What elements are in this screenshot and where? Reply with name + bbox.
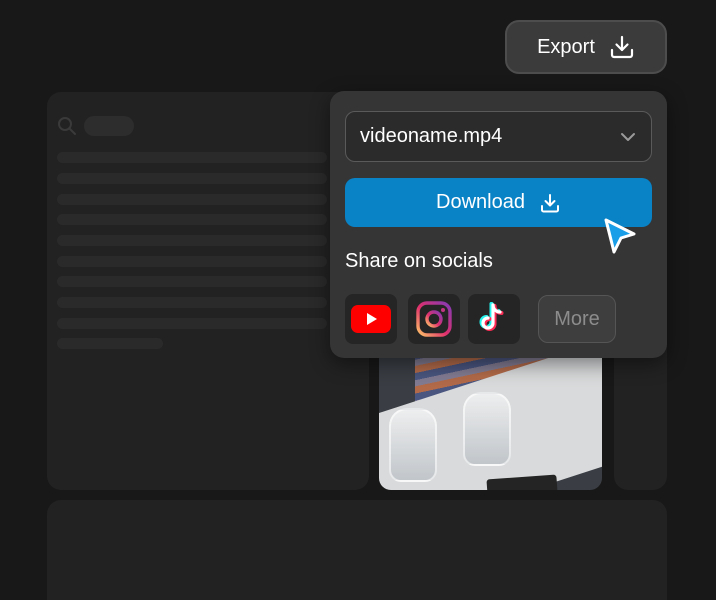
placeholder-line	[57, 235, 327, 246]
chevron-down-icon	[621, 133, 635, 141]
search-icon	[58, 117, 76, 135]
placeholder-line	[57, 194, 327, 205]
instagram-share-button[interactable]	[408, 294, 460, 344]
tiktok-icon	[479, 302, 504, 331]
placeholder-line	[57, 318, 327, 329]
placeholder-line	[57, 276, 327, 287]
instagram-icon	[416, 301, 452, 337]
youtube-share-button[interactable]	[345, 294, 397, 344]
file-name: videoname.mp4	[360, 125, 503, 147]
placeholder-line	[57, 152, 327, 163]
placeholder-line	[57, 338, 163, 349]
download-label: Download	[436, 191, 525, 213]
placeholder-line	[57, 214, 327, 225]
export-label: Export	[537, 35, 595, 58]
download-icon	[610, 35, 634, 59]
file-select[interactable]: videoname.mp4	[345, 111, 652, 162]
placeholder-line	[57, 297, 327, 308]
cursor-pointer-icon	[604, 218, 636, 254]
download-icon	[540, 193, 559, 212]
placeholder-pill	[84, 116, 134, 136]
export-button[interactable]: Export	[505, 20, 667, 74]
placeholder-line	[57, 173, 327, 184]
placeholder-line	[57, 256, 327, 267]
tiktok-share-button[interactable]	[468, 294, 520, 344]
share-title: Share on socials	[345, 250, 493, 272]
more-button[interactable]: More	[538, 295, 616, 343]
youtube-icon	[351, 305, 391, 333]
background-timeline	[47, 500, 667, 600]
